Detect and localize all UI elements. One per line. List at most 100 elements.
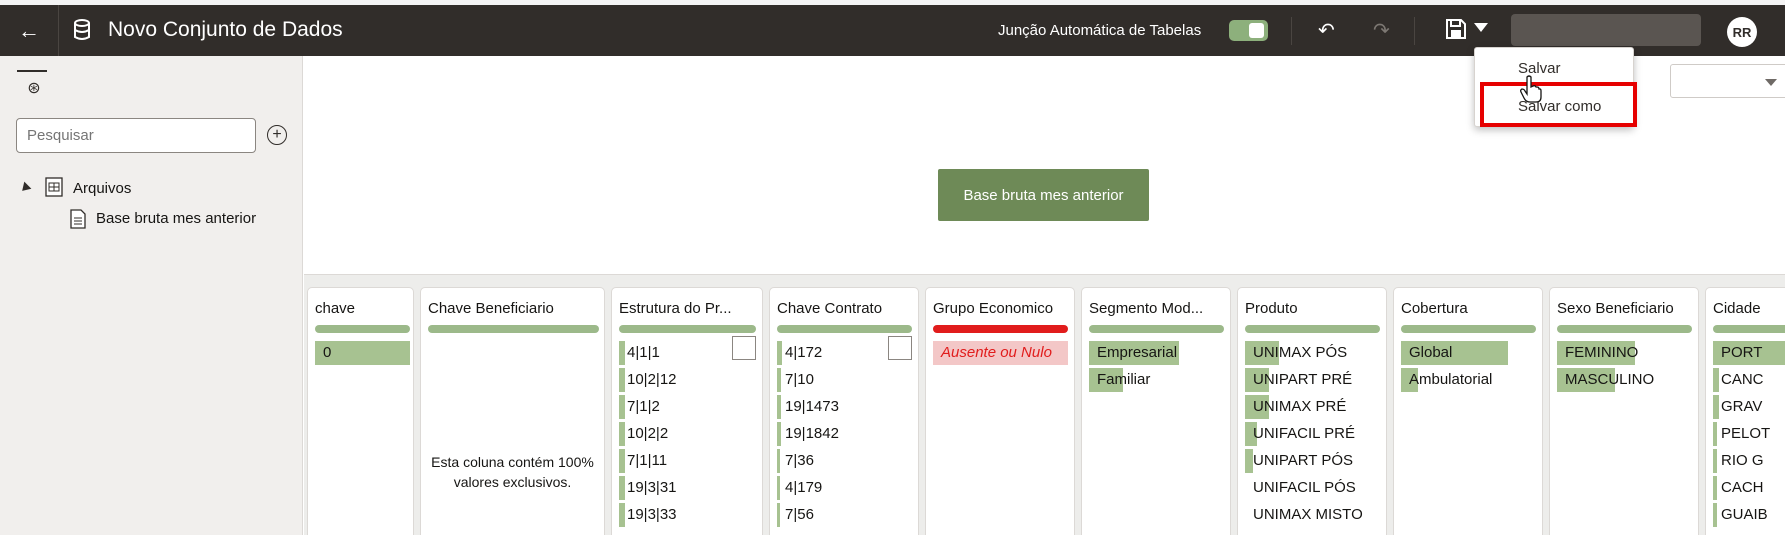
list-item[interactable]: MASCULINO [1557,365,1692,392]
list-item[interactable]: Ambulatorial [1401,365,1536,392]
tree-item-arquivos[interactable]: Arquivos [73,180,131,197]
auto-join-toggle[interactable] [1229,20,1268,41]
column-card[interactable]: Chave Beneficiario Esta coluna contém 10… [420,287,605,535]
value-bar [777,503,780,527]
list-item[interactable]: 7|36 [777,446,912,473]
column-card[interactable]: Grupo Economico Ausente ou Nulo [925,287,1075,535]
value-label: GRAV [1721,398,1763,415]
list-item[interactable]: RIO G [1713,446,1785,473]
list-item[interactable]: 19|1473 [777,392,912,419]
value-bar [619,395,625,419]
list-item[interactable]: Global [1401,338,1536,365]
value-label: CANC [1721,371,1764,388]
unique-values-message: Esta coluna contém 100% valores exclusiv… [431,454,594,490]
column-card[interactable]: chave 0 [307,287,414,535]
quality-bar [1401,325,1536,333]
search-input[interactable] [16,118,256,153]
list-item[interactable]: GRAV [1713,392,1785,419]
list-item[interactable]: UNIPART PRÉ [1245,365,1380,392]
value-bar [777,395,781,419]
list-item[interactable]: UNIMAX MISTO [1245,500,1380,527]
header-divider [1414,17,1415,45]
zoom-select[interactable] [1670,64,1785,98]
quality-bar [1713,325,1785,333]
save-icon[interactable] [1444,17,1468,41]
list-item[interactable]: 10|2|12 [619,365,756,392]
column-profiles: chave 0 Chave Beneficiario Esta coluna c… [304,274,1785,535]
list-item[interactable]: 7|56 [777,500,912,527]
value-label: FEMININO [1565,344,1639,361]
list-item[interactable]: PELOT [1713,419,1785,446]
value-label: 0 [323,344,332,361]
column-name: Sexo Beneficiario [1557,300,1674,317]
list-item[interactable]: 4|172 [777,338,912,365]
column-name: Cobertura [1401,300,1468,317]
value-label: 7|10 [785,371,814,388]
undo-icon[interactable]: ↶ [1318,18,1335,43]
list-item[interactable]: Familiar [1089,365,1224,392]
tree-expand-caret-icon[interactable] [18,181,32,195]
column-card[interactable]: Cidade PORT CANC GRAV PELOT RIO G CACH G… [1705,287,1785,535]
column-name: Grupo Economico [933,300,1054,317]
list-item[interactable]: Empresarial [1089,338,1224,365]
value-label: 7|56 [785,506,814,523]
column-card[interactable]: Cobertura Global Ambulatorial [1393,287,1543,535]
value-label: Ausente ou Nulo [941,344,1052,361]
value-bar [1713,422,1717,446]
list-item[interactable]: UNIFACIL PRÉ [1245,419,1380,446]
list-item[interactable]: CACH [1713,473,1785,500]
column-card[interactable]: Estrutura do Pr... 4|1|1 10|2|12 7|1|2 1… [611,287,763,535]
column-card[interactable]: Produto UNIMAX PÓS UNIPART PRÉ UNIMAX PR… [1237,287,1387,535]
value-label: MASCULINO [1565,371,1655,388]
list-item[interactable]: UNIMAX PÓS [1245,338,1380,365]
connections-tab-icon[interactable]: ⊛ [24,78,44,98]
list-item[interactable]: FEMININO [1557,338,1692,365]
list-item[interactable]: CANC [1713,365,1785,392]
list-item[interactable]: PORT [1713,338,1785,365]
chevron-down-icon [1765,79,1777,86]
column-card[interactable]: Segmento Mod... Empresarial Familiar [1081,287,1231,535]
list-item[interactable]: GUAIB [1713,500,1785,527]
column-name: chave [315,300,356,317]
value-label: PELOT [1721,425,1771,442]
back-arrow-icon[interactable]: ← [14,16,44,46]
value-label: 19|3|31 [627,479,677,496]
column-card[interactable]: Sexo Beneficiario FEMININO MASCULINO [1549,287,1699,535]
list-item[interactable]: 0 [315,338,410,365]
value-label: UNIMAX PRÉ [1253,398,1347,415]
list-item[interactable]: UNIMAX PRÉ [1245,392,1380,419]
value-bar [1245,449,1253,473]
list-item[interactable]: 19|3|31 [619,473,756,500]
column-name: Chave Beneficiario [428,300,554,317]
redo-icon[interactable]: ↷ [1373,18,1390,43]
value-bar [619,341,625,365]
list-item[interactable]: 4|1|1 [619,338,756,365]
avatar[interactable]: RR [1727,17,1757,47]
value-label: 19|1473 [785,398,839,415]
value-label: GUAIB [1721,506,1768,523]
list-item[interactable]: UNIPART PÓS [1245,446,1380,473]
list-item[interactable]: 19|1842 [777,419,912,446]
list-item[interactable]: Ausente ou Nulo [933,338,1068,365]
list-item[interactable]: UNIFACIL PÓS [1245,473,1380,500]
list-item[interactable]: 7|1|2 [619,392,756,419]
add-icon[interactable]: + [267,125,287,145]
database-icon [74,19,90,40]
value-label: UNIPART PRÉ [1253,371,1353,388]
list-item[interactable]: 7|10 [777,365,912,392]
value-label: 10|2|12 [627,371,677,388]
tree-item-file[interactable]: Base bruta mes anterior [96,210,256,227]
value-bar [619,449,625,473]
folder-icon [45,177,63,197]
header-search-input[interactable] [1511,14,1701,46]
table-node[interactable]: Base bruta mes anterior [938,169,1149,221]
list-item[interactable]: 19|3|33 [619,500,756,527]
list-item[interactable]: 4|179 [777,473,912,500]
list-item[interactable]: 7|1|11 [619,446,756,473]
column-name: Cidade [1713,300,1761,317]
value-label: 10|2|2 [627,425,669,442]
column-card[interactable]: Chave Contrato 4|172 7|10 19|1473 19|184… [769,287,919,535]
list-item[interactable]: 10|2|2 [619,419,756,446]
chevron-down-icon[interactable] [1474,23,1488,32]
toggle-knob [1249,23,1264,38]
